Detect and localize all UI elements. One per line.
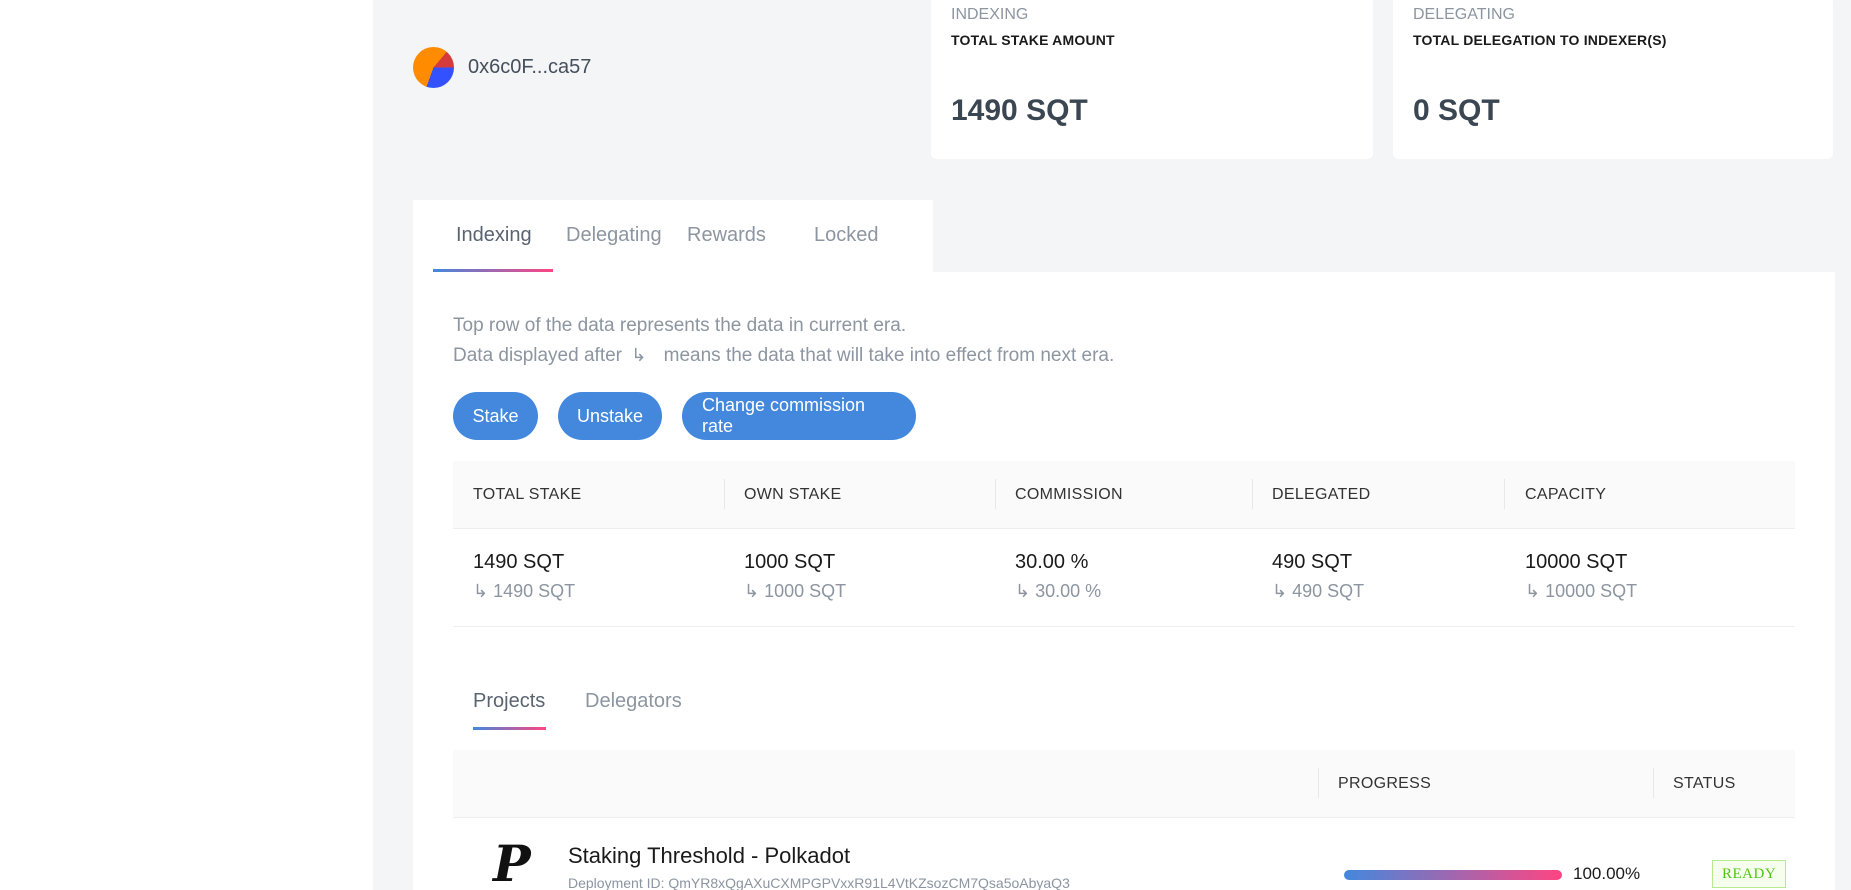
tab-locked[interactable]: Locked (814, 224, 879, 247)
column-divider (1653, 768, 1654, 798)
card-label: TOTAL DELEGATION TO INDEXER(S) (1413, 32, 1667, 48)
header-commission: COMMISSION (1015, 486, 1123, 503)
capacity-current: 10000 SQT (1525, 551, 1628, 573)
next-era-arrow-icon: ↳ (473, 581, 489, 601)
deployment-id: Deployment ID: QmYR8xQgAXuCXMPGPVxxR91L4… (568, 875, 1070, 890)
tab-delegating[interactable]: Delegating (566, 224, 662, 247)
card-value: 0 SQT (1413, 94, 1500, 127)
next-era-arrow-icon: ↳ (1015, 581, 1031, 601)
indexing-stat-card: INDEXING TOTAL STAKE AMOUNT 1490 SQT (931, 0, 1373, 159)
own-stake-next: ↳ 1000 SQT (744, 581, 846, 602)
table-row[interactable]: P Staking Threshold - Polkadot Deploymen… (453, 819, 1795, 890)
tab-rewards[interactable]: Rewards (687, 224, 766, 247)
table-row: 1490 SQT ↳ 1490 SQT 1000 SQT ↳ 1000 SQT … (453, 529, 1795, 627)
total-stake-current: 1490 SQT (473, 551, 565, 573)
next-era-arrow-icon: ↳ (1272, 581, 1288, 601)
tab-indexing[interactable]: Indexing (456, 224, 532, 247)
main-tabs: Indexing Delegating Rewards Locked (413, 200, 933, 272)
own-stake-current: 1000 SQT (744, 551, 836, 573)
main-content: 0x6c0F...ca57 INDEXING TOTAL STAKE AMOUN… (373, 0, 1851, 890)
column-divider (724, 479, 725, 509)
progress-fill (1344, 870, 1562, 880)
note-current-era: Top row of the data represents the data … (453, 315, 907, 336)
stake-button[interactable]: Stake (453, 392, 538, 440)
progress-bar (1344, 870, 1562, 880)
polkadot-logo-icon: P (493, 834, 531, 890)
next-value: 1000 SQT (764, 581, 847, 601)
tab-projects[interactable]: Projects (473, 690, 545, 713)
next-era-arrow-icon: ↳ (631, 345, 647, 365)
next-value: 30.00 % (1035, 581, 1102, 601)
account-address: 0x6c0F...ca57 (468, 56, 592, 78)
header-delegated: DELEGATED (1272, 486, 1371, 503)
column-divider (1252, 479, 1253, 509)
next-era-arrow-icon: ↳ (744, 581, 760, 601)
stake-table: TOTAL STAKE OWN STAKE COMMISSION DELEGAT… (453, 461, 1795, 627)
unstake-button[interactable]: Unstake (558, 392, 662, 440)
header-status: STATUS (1673, 775, 1736, 792)
card-value: 1490 SQT (951, 94, 1088, 127)
indexing-panel: Top row of the data represents the data … (413, 272, 1835, 890)
next-value: 10000 SQT (1545, 581, 1638, 601)
column-divider (1504, 479, 1505, 509)
status-badge: READY (1712, 860, 1787, 888)
card-category: DELEGATING (1413, 6, 1515, 23)
project-name[interactable]: Staking Threshold - Polkadot (568, 843, 850, 869)
header-own-stake: OWN STAKE (744, 486, 842, 503)
delegating-stat-card: DELEGATING TOTAL DELEGATION TO INDEXER(S… (1393, 0, 1833, 159)
note-next-era: Data displayed after ↳ means the data th… (453, 345, 1114, 367)
header-capacity: CAPACITY (1525, 486, 1607, 503)
next-value: 490 SQT (1292, 581, 1365, 601)
note-text-before: Data displayed after (453, 345, 622, 366)
next-value: 1490 SQT (493, 581, 576, 601)
capacity-next: ↳ 10000 SQT (1525, 581, 1637, 602)
commission-current: 30.00 % (1015, 551, 1089, 573)
column-divider (1318, 768, 1319, 798)
delegated-current: 490 SQT (1272, 551, 1353, 573)
next-era-arrow-icon: ↳ (1525, 581, 1541, 601)
active-subtab-indicator (473, 727, 546, 730)
total-stake-next: ↳ 1490 SQT (473, 581, 575, 602)
note-text-after: means the data that will take into effec… (663, 345, 1115, 366)
progress-text: 100.00% (1573, 864, 1641, 883)
column-divider (995, 479, 996, 509)
account-info: 0x6c0F...ca57 (413, 47, 591, 88)
header-total-stake: TOTAL STAKE (473, 486, 582, 503)
projects-table-header: PROGRESS STATUS (453, 750, 1795, 818)
commission-next: ↳ 30.00 % (1015, 581, 1101, 602)
tab-delegators[interactable]: Delegators (585, 690, 682, 713)
stake-table-header: TOTAL STAKE OWN STAKE COMMISSION DELEGAT… (453, 461, 1795, 529)
card-category: INDEXING (951, 6, 1029, 23)
avatar (413, 47, 454, 88)
delegated-next: ↳ 490 SQT (1272, 581, 1364, 602)
header-progress: PROGRESS (1338, 775, 1432, 792)
left-blank-area (0, 0, 373, 890)
card-label: TOTAL STAKE AMOUNT (951, 32, 1115, 48)
change-commission-rate-button[interactable]: Change commission rate (682, 392, 916, 440)
